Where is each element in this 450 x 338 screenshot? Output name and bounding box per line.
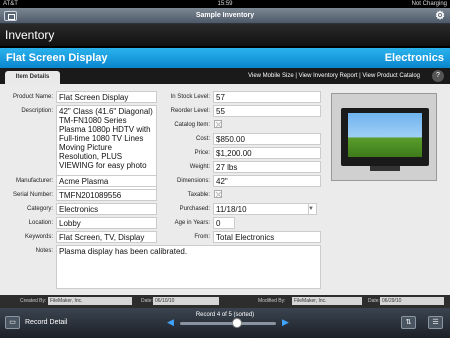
gear-icon[interactable]: ⚙ bbox=[435, 9, 445, 23]
view-product-catalog-link[interactable]: View Product Catalog bbox=[362, 73, 420, 79]
age-in-years-label: Age in Years: bbox=[174, 220, 210, 226]
nav-links: View Mobile Size | View Inventory Report… bbox=[248, 71, 420, 81]
product-photo[interactable] bbox=[331, 93, 437, 181]
in-stock-label: In Stock Level: bbox=[170, 94, 210, 100]
product-banner: Flat Screen Display Electronics bbox=[0, 48, 450, 68]
cost-field[interactable]: $850.00 bbox=[213, 133, 321, 145]
category-field[interactable]: Electronics bbox=[56, 203, 157, 215]
serial-number-field[interactable]: TMFN201089556 bbox=[56, 189, 157, 201]
bottom-toolbar: ▭ Record Detail Record 4 of 5 (sorted) ◀… bbox=[0, 308, 450, 338]
age-in-years-field[interactable]: 0 bbox=[213, 217, 235, 229]
price-label: Price: bbox=[194, 150, 210, 156]
in-stock-field[interactable]: 57 bbox=[213, 91, 321, 103]
purchased-date-value: 11/18/10 bbox=[216, 205, 247, 214]
product-name-field[interactable]: Flat Screen Display bbox=[56, 91, 157, 103]
catalog-item-checkbox[interactable] bbox=[214, 120, 222, 128]
created-by-value: FileMaker, Inc. bbox=[48, 297, 132, 305]
created-date-label: Date: bbox=[141, 298, 153, 304]
record-slider-thumb[interactable] bbox=[231, 318, 242, 328]
serial-number-label: Serial Number: bbox=[12, 192, 53, 198]
next-record-icon[interactable]: ▶ bbox=[282, 317, 289, 328]
clock-label: 15:59 bbox=[217, 1, 233, 7]
tv-image bbox=[341, 108, 429, 166]
tab-row: Item Details View Mobile Size | View Inv… bbox=[0, 68, 450, 84]
modified-date-value: 06/29/10 bbox=[380, 297, 444, 305]
tv-screen bbox=[348, 113, 422, 157]
modified-date-label: Date: bbox=[368, 298, 380, 304]
date-picker-button[interactable]: ▼ bbox=[308, 203, 317, 215]
chevron-down-icon: ▼ bbox=[308, 206, 314, 212]
keywords-field[interactable]: Flat Screen, TV, Display bbox=[56, 231, 157, 243]
location-field[interactable]: Lobby bbox=[56, 217, 157, 229]
record-meta-strip: Created By: FileMaker, Inc. Date: 06/10/… bbox=[0, 295, 450, 308]
weight-field[interactable]: 27 lbs bbox=[213, 161, 321, 173]
layout-name[interactable]: Record Detail bbox=[25, 319, 67, 326]
record-slider[interactable] bbox=[180, 318, 276, 328]
from-field[interactable]: Total Electronics bbox=[213, 231, 321, 243]
modified-by-value: FileMaker, Inc. bbox=[292, 297, 362, 305]
price-field[interactable]: $1,200.00 bbox=[213, 147, 321, 159]
description-label: Description: bbox=[21, 108, 53, 114]
app-title: Sample Inventory bbox=[195, 12, 255, 19]
location-label: Location: bbox=[28, 220, 53, 226]
purchased-label: Purchased: bbox=[179, 206, 210, 212]
category-label: Category: bbox=[26, 206, 53, 212]
reorder-level-field[interactable]: 55 bbox=[213, 105, 321, 117]
notes-label: Notes: bbox=[35, 248, 53, 254]
dimensions-label: Dimensions: bbox=[176, 178, 210, 184]
purchased-date-field[interactable]: 11/18/10 bbox=[213, 203, 317, 215]
created-by-label: Created By: bbox=[20, 298, 47, 304]
view-inventory-report-link[interactable]: View Inventory Report bbox=[299, 73, 358, 79]
manufacturer-field[interactable]: Acme Plasma bbox=[56, 175, 157, 187]
link-separator: | bbox=[295, 73, 297, 79]
layout-icon[interactable] bbox=[4, 11, 17, 21]
reorder-level-label: Reorder Level: bbox=[170, 108, 210, 114]
catalog-item-label: Catalog Item: bbox=[174, 122, 210, 128]
record-detail-panel: Product Name: Flat Screen Display Descri… bbox=[0, 84, 450, 295]
view-mobile-link[interactable]: View Mobile Size bbox=[248, 73, 294, 79]
from-label: From: bbox=[194, 234, 210, 240]
menu-list-icon[interactable]: ☰ bbox=[428, 316, 443, 329]
weight-label: Weight: bbox=[189, 164, 210, 170]
tv-stand bbox=[370, 166, 400, 171]
created-date-value: 06/10/10 bbox=[153, 297, 219, 305]
page-title: Inventory bbox=[5, 28, 55, 42]
previous-record-icon[interactable]: ◀ bbox=[167, 317, 174, 328]
keywords-label: Keywords: bbox=[24, 234, 53, 240]
product-title: Flat Screen Display bbox=[6, 52, 108, 64]
manufacturer-label: Manufacturer: bbox=[15, 178, 53, 184]
modified-by-label: Modified By: bbox=[258, 298, 286, 304]
status-bar: AT&T 15:59 Not Charging bbox=[0, 0, 450, 8]
dimensions-field[interactable]: 42" bbox=[213, 175, 321, 187]
layout-header: Inventory bbox=[0, 24, 450, 46]
help-icon[interactable]: ? bbox=[432, 70, 444, 82]
cost-label: Cost: bbox=[195, 136, 210, 142]
app-titlebar: Sample Inventory ⚙ bbox=[0, 8, 450, 24]
tab-item-details[interactable]: Item Details bbox=[5, 71, 60, 84]
battery-status-label: Not Charging bbox=[411, 1, 447, 7]
product-name-label: Product Name: bbox=[12, 94, 53, 100]
category-title: Electronics bbox=[384, 52, 444, 64]
taxable-label: Taxable: bbox=[187, 192, 210, 198]
sort-icon[interactable]: ⇅ bbox=[401, 316, 416, 329]
record-counter: Record 4 of 5 (sorted) bbox=[195, 312, 255, 318]
notes-field[interactable]: Plasma display has been calibrated. bbox=[56, 245, 321, 289]
taxable-checkbox[interactable] bbox=[214, 190, 222, 198]
link-separator: | bbox=[359, 73, 361, 79]
